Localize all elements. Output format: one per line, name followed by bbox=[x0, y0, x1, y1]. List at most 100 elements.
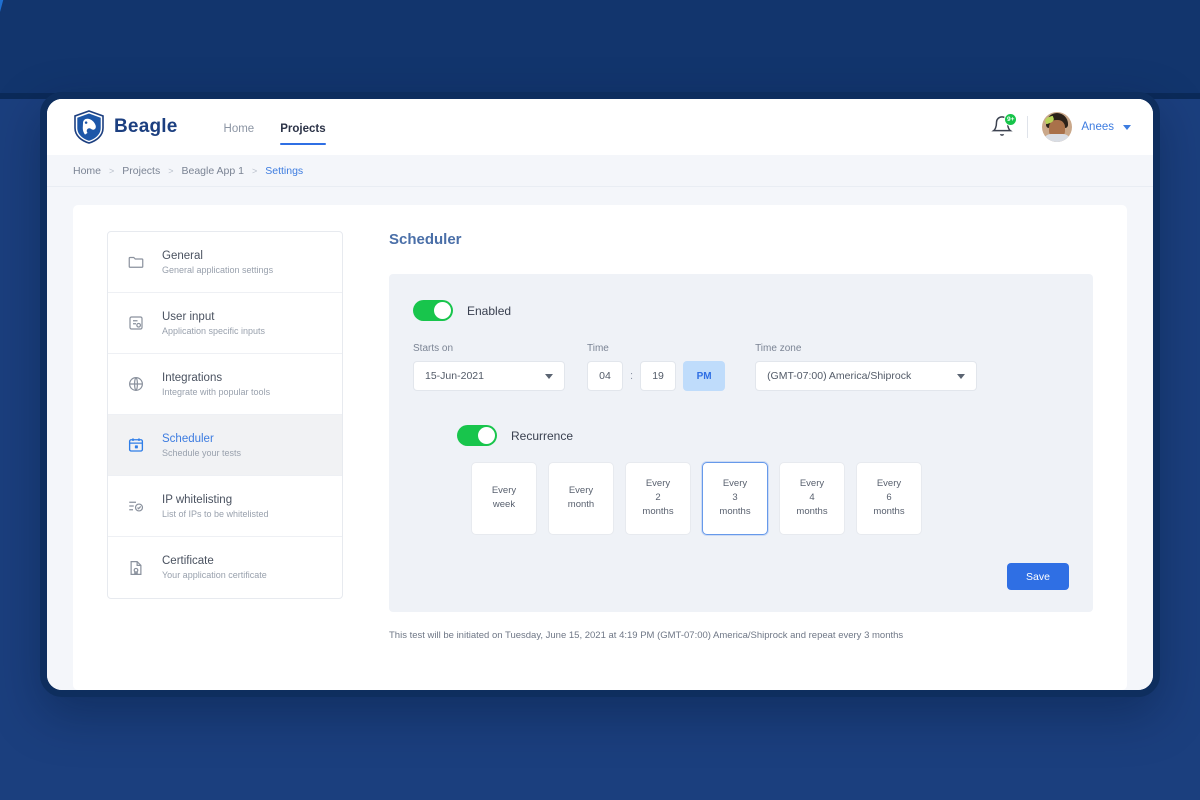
breadcrumb-separator: > bbox=[251, 165, 258, 176]
sidebar-item-title: Certificate bbox=[162, 555, 214, 567]
breadcrumb-separator: > bbox=[109, 165, 115, 176]
app-viewport: Beagle Home Projects 9+ Anees Home > Pro… bbox=[47, 99, 1153, 690]
top-nav-item-home[interactable]: Home bbox=[224, 99, 255, 155]
breadcrumb-item-beagle-app-1[interactable]: Beagle App 1 bbox=[181, 165, 243, 177]
option-line: Every bbox=[876, 478, 902, 490]
top-navigation: Home Projects bbox=[224, 99, 326, 155]
sidebar-item-general[interactable]: General General application settings bbox=[108, 232, 342, 293]
time-zone-select[interactable]: (GMT-07:00) America/Shiprock bbox=[755, 361, 978, 391]
option-line: Every bbox=[799, 478, 825, 490]
breadcrumb-item-settings[interactable]: Settings bbox=[265, 165, 303, 177]
time-inputs: 04 : 19 PM bbox=[587, 361, 726, 391]
brand[interactable]: Beagle bbox=[73, 110, 178, 144]
enabled-toggle-label: Enabled bbox=[467, 303, 512, 318]
sidebar-item-certificate[interactable]: Certificate Your application certificate bbox=[108, 537, 342, 598]
dropdown-caret-icon bbox=[957, 373, 966, 379]
toggle-knob bbox=[478, 427, 495, 444]
recurrence-option-every-4-months[interactable]: Every 4 months bbox=[779, 462, 845, 535]
sidebar-item-subtitle: Schedule your tests bbox=[162, 447, 242, 458]
save-button[interactable]: Save bbox=[1007, 563, 1069, 590]
recurrence-option-every-3-months[interactable]: Every 3 months bbox=[702, 462, 768, 535]
schedule-fields-row: Starts on 15-Jun-2021 Time 04: 19 PM Ti… bbox=[413, 343, 1069, 391]
scheduler-panel: Scheduler Enabled Starts on 15-Jun-2021 … bbox=[389, 231, 1093, 664]
breadcrumb: Home > Projects > Beagle App 1 > Setting… bbox=[47, 155, 1153, 187]
user-name: Anees bbox=[1081, 121, 1114, 133]
list-check-icon bbox=[126, 496, 146, 516]
toggle-knob bbox=[434, 302, 451, 319]
option-line: months bbox=[873, 505, 905, 517]
starts-on-value: 15-Jun-2021 bbox=[425, 370, 484, 382]
notification-badge: 9+ bbox=[1003, 113, 1018, 126]
schedule-summary-text: This test will be initiated on Tuesday, … bbox=[389, 630, 904, 641]
minute-input[interactable]: 19 bbox=[640, 361, 677, 391]
breadcrumb-item-home[interactable]: Home bbox=[73, 165, 101, 177]
app-header: Beagle Home Projects 9+ Anees bbox=[47, 99, 1153, 155]
option-line: Every bbox=[645, 478, 671, 490]
notification-bell-button[interactable]: 9+ bbox=[991, 113, 1018, 139]
breadcrumb-item-projects[interactable]: Projects bbox=[122, 165, 160, 177]
browser-window: Beagle Home Projects 9+ Anees Home > Pro… bbox=[40, 92, 1160, 697]
recurrence-toggle-label: Recurrence bbox=[511, 428, 574, 443]
enabled-toggle-row: Enabled bbox=[413, 300, 1069, 321]
time-zone-field: Time zone (GMT-07:00) America/Shiprock bbox=[755, 343, 978, 391]
starts-on-select[interactable]: 15-Jun-2021 bbox=[413, 361, 565, 391]
sidebar-item-subtitle: Application specific inputs bbox=[162, 325, 266, 336]
option-line: month bbox=[567, 499, 595, 510]
breadcrumb-separator: > bbox=[168, 165, 174, 176]
avatar bbox=[1042, 112, 1073, 142]
recurrence-toggle[interactable] bbox=[457, 425, 497, 446]
time-field: Time 04 : 19 PM bbox=[587, 343, 726, 391]
settings-card: General General application settings Use… bbox=[73, 205, 1127, 690]
recurrence-toggle-row: Recurrence bbox=[457, 425, 1069, 446]
sidebar-item-subtitle: Your application certificate bbox=[162, 570, 267, 580]
chevron-down-icon bbox=[1123, 124, 1131, 130]
time-separator: : bbox=[630, 370, 634, 382]
option-line: 2 bbox=[655, 492, 661, 504]
sidebar-item-subtitle: Integrate with popular tools bbox=[162, 386, 271, 397]
option-line: months bbox=[719, 505, 751, 517]
user-menu[interactable]: Anees bbox=[1042, 112, 1131, 142]
form-input-icon bbox=[126, 313, 146, 333]
enabled-toggle[interactable] bbox=[413, 300, 453, 321]
recurrence-option-every-week[interactable]: Every week bbox=[471, 462, 537, 535]
recurrence-option-every-6-months[interactable]: Every 6 months bbox=[856, 462, 922, 535]
option-line: Every bbox=[568, 485, 594, 497]
starts-on-label: Starts on bbox=[413, 343, 454, 354]
meridiem-toggle-button[interactable]: PM bbox=[683, 361, 726, 391]
page-title: Scheduler bbox=[389, 231, 462, 248]
sidebar-item-scheduler[interactable]: Scheduler Schedule your tests bbox=[108, 415, 342, 476]
option-line: Every bbox=[491, 485, 517, 497]
sidebar-item-title: IP whitelisting bbox=[162, 493, 233, 506]
option-line: months bbox=[796, 505, 828, 517]
sidebar-item-integrations[interactable]: Integrations Integrate with popular tool… bbox=[108, 354, 342, 415]
recurrence-option-every-2-months[interactable]: Every 2 months bbox=[625, 462, 691, 535]
folder-icon bbox=[126, 252, 146, 272]
option-line: 4 bbox=[809, 492, 815, 504]
globe-icon bbox=[126, 374, 146, 394]
save-row: Save bbox=[413, 563, 1069, 590]
starts-on-field: Starts on 15-Jun-2021 bbox=[413, 343, 565, 391]
sidebar-item-title: User input bbox=[162, 310, 215, 323]
option-line: week bbox=[492, 499, 516, 510]
time-zone-label: Time zone bbox=[755, 343, 802, 354]
option-line: 3 bbox=[732, 492, 738, 504]
option-line: 6 bbox=[886, 492, 892, 504]
sidebar-item-title: Scheduler bbox=[162, 432, 214, 445]
scheduler-form: Enabled Starts on 15-Jun-2021 Time 04: … bbox=[389, 274, 1093, 612]
recurrence-option-every-month[interactable]: Every month bbox=[548, 462, 614, 535]
certificate-icon bbox=[126, 558, 146, 578]
recurrence-options: Every week Every month Every 2 months Ev… bbox=[471, 462, 1069, 535]
sidebar-item-title: Integrations bbox=[162, 371, 223, 384]
calendar-icon bbox=[126, 435, 146, 455]
hour-input[interactable]: 04 bbox=[587, 361, 623, 391]
settings-navigation-list: General General application settings Use… bbox=[107, 231, 343, 599]
time-zone-value: (GMT-07:00) America/Shiprock bbox=[767, 370, 912, 382]
sidebar-item-title: General bbox=[162, 249, 203, 262]
sidebar-item-user-input[interactable]: User input Application specific inputs bbox=[108, 293, 342, 354]
header-right-cluster: 9+ Anees bbox=[991, 112, 1131, 142]
sidebar-item-ip-whitelisting[interactable]: IP whitelisting List of IPs to be whitel… bbox=[108, 476, 342, 537]
dropdown-caret-icon bbox=[545, 373, 553, 379]
top-nav-item-projects[interactable]: Projects bbox=[280, 99, 326, 155]
header-divider bbox=[1027, 116, 1029, 138]
sidebar-item-subtitle: General application settings bbox=[162, 264, 274, 275]
